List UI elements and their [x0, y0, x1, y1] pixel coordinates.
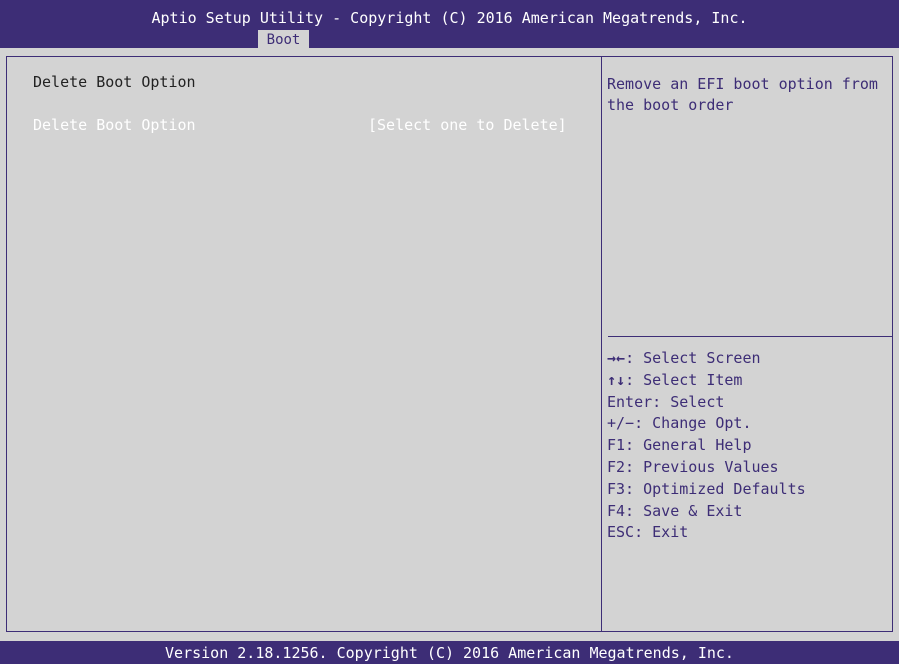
key-esc: ESC: Exit [607, 523, 689, 542]
help-line-2: the boot order [607, 96, 734, 114]
key-select-screen-text: : Select Screen [625, 349, 761, 367]
key-f4: F4: Save & Exit [607, 501, 743, 520]
key-select-screen: →←: Select Screen [607, 348, 893, 370]
column-divider [601, 56, 602, 632]
key-select-item: ↑↓: Select Item [607, 370, 893, 392]
help-description: Remove an EFI boot option from the boot … [607, 74, 893, 116]
key-legend: →←: Select Screen ↑↓: Select Item Enter:… [607, 348, 893, 544]
title-bar: Aptio Setup Utility - Copyright (C) 2016… [0, 0, 899, 49]
section-title: Delete Boot Option [33, 73, 196, 91]
key-select-item-text: : Select Item [625, 370, 743, 389]
delete-boot-option-label[interactable]: Delete Boot Option [33, 114, 196, 136]
up-down-arrows-icon: ↑↓ [607, 370, 626, 389]
delete-boot-option-value[interactable]: [Select one to Delete] [368, 114, 567, 136]
key-f2: F2: Previous Values [607, 457, 779, 476]
window-title: Aptio Setup Utility - Copyright (C) 2016… [151, 9, 748, 27]
tab-boot[interactable]: Boot [258, 30, 309, 49]
key-enter: Enter: Select [607, 392, 725, 411]
left-right-arrows-icon: →← [607, 349, 626, 367]
key-f1: F1: General Help [607, 436, 752, 455]
key-change-opt: +/−: Change Opt. [607, 414, 752, 433]
version-text: Version 2.18.1256. Copyright (C) 2016 Am… [165, 644, 734, 662]
key-f3: F3: Optimized Defaults [607, 479, 806, 498]
help-line-1: Remove an EFI boot option from [607, 75, 878, 93]
help-divider [608, 336, 893, 337]
delete-boot-option-row[interactable]: Delete Boot Option [Select one to Delete… [30, 114, 590, 136]
status-bar: Version 2.18.1256. Copyright (C) 2016 Am… [0, 641, 899, 664]
main-frame [6, 56, 893, 632]
